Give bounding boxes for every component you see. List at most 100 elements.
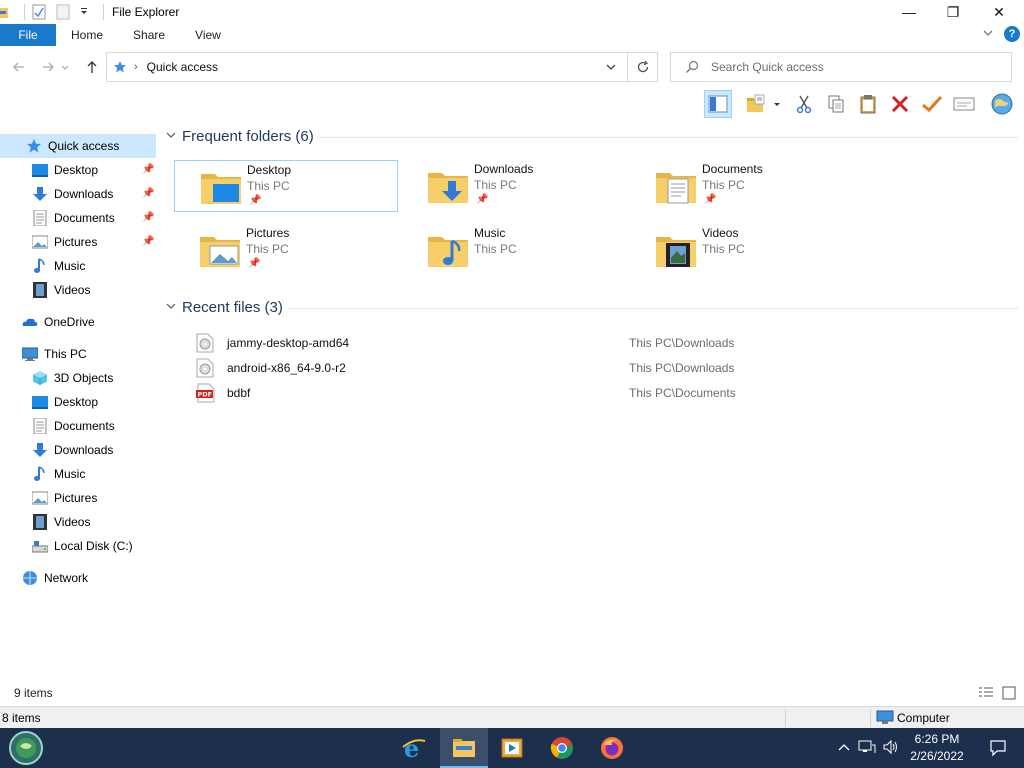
properties-button[interactable] xyxy=(950,90,978,118)
up-button[interactable] xyxy=(80,55,104,79)
tab-home[interactable]: Home xyxy=(56,24,118,46)
pin-icon: 📌 xyxy=(249,195,262,206)
close-button[interactable]: ✕ xyxy=(976,0,1022,24)
recent-file-row[interactable]: jammy-desktop-amd64 This PC\Downloads xyxy=(196,331,1016,355)
paste-button[interactable] xyxy=(854,90,882,118)
large-icons-view-icon[interactable] xyxy=(1002,686,1016,703)
cut-button[interactable] xyxy=(790,90,818,118)
nav-pc-music[interactable]: Music xyxy=(32,462,156,486)
taskbar-media-player[interactable] xyxy=(488,728,536,768)
new-item-dropdown[interactable] xyxy=(770,90,784,118)
tab-share[interactable]: Share xyxy=(118,24,180,46)
refresh-button[interactable] xyxy=(627,53,657,81)
show-hidden-icons-chevron-icon[interactable] xyxy=(838,741,850,755)
globe-button[interactable] xyxy=(988,90,1016,118)
breadcrumb-separator-icon[interactable]: › xyxy=(134,61,138,73)
nav-this-pc[interactable]: This PC xyxy=(21,342,156,366)
nav-qa-downloads[interactable]: Downloads xyxy=(32,182,156,206)
computer-icon xyxy=(21,346,39,362)
file-path: This PC\Downloads xyxy=(629,336,735,350)
file-name: bdbf xyxy=(227,386,251,400)
properties-icon[interactable] xyxy=(31,4,47,20)
nav-network[interactable]: Network xyxy=(22,566,156,590)
nav-pc-downloads[interactable]: Downloads xyxy=(32,438,156,462)
nav-pc-desktop[interactable]: Desktop xyxy=(32,390,156,414)
nav-pc-3d-objects[interactable]: 3D Objects xyxy=(32,366,156,390)
pin-icon: 📌 xyxy=(142,188,155,199)
folder-tile-videos[interactable]: Videos This PC xyxy=(630,224,854,276)
nav-qa-pictures[interactable]: Pictures xyxy=(31,230,156,254)
search-box[interactable]: Search Quick access xyxy=(670,52,1012,82)
taskbar-clock[interactable]: 6:26 PM 2/26/2022 xyxy=(902,731,972,765)
taskbar-file-explorer[interactable] xyxy=(440,728,488,768)
file-name: jammy-desktop-amd64 xyxy=(227,336,350,350)
folder-tile-pictures[interactable]: Pictures This PC 📌 xyxy=(174,224,398,276)
documents-folder-icon xyxy=(656,173,696,204)
file-name: android-x86_64-9.0-r2 xyxy=(227,361,346,375)
internet-explorer-icon: e xyxy=(402,735,426,761)
recent-file-row[interactable]: android-x86_64-9.0-r2 This PC\Downloads xyxy=(196,356,1016,380)
onedrive-cloud-icon xyxy=(22,314,38,330)
file-explorer-icon[interactable] xyxy=(0,4,10,20)
start-button[interactable] xyxy=(2,728,50,768)
recent-files-header[interactable]: Recent files (3) xyxy=(166,299,283,316)
back-button[interactable] xyxy=(7,55,31,79)
nav-onedrive[interactable]: OneDrive xyxy=(22,310,156,334)
firefox-icon xyxy=(601,737,623,759)
new-folder-icon[interactable] xyxy=(55,4,71,20)
details-view-icon[interactable] xyxy=(978,686,994,703)
tab-view[interactable]: View xyxy=(180,24,236,46)
nav-pc-videos[interactable]: Videos xyxy=(32,510,156,534)
taskbar-firefox[interactable] xyxy=(588,728,636,768)
bottom-item-count: 8 items xyxy=(2,710,41,725)
rename-button[interactable] xyxy=(918,90,946,118)
address-row: › Quick access Search Quick access xyxy=(0,50,1024,84)
nav-qa-desktop[interactable]: Desktop xyxy=(32,158,156,182)
nav-qa-videos[interactable]: Videos xyxy=(32,278,156,302)
folder-tile-documents[interactable]: Documents This PC 📌 xyxy=(630,160,854,212)
navigation-pane-button[interactable] xyxy=(704,90,732,118)
taskbar-chrome[interactable] xyxy=(538,728,586,768)
frequent-folders-header[interactable]: Frequent folders (6) xyxy=(166,128,314,145)
nav-label: Quick access xyxy=(48,139,120,153)
nav-qa-music[interactable]: Music xyxy=(32,254,156,278)
nav-qa-documents[interactable]: Documents xyxy=(32,206,156,230)
pdf-icon: PDF xyxy=(196,383,215,403)
folder-tile-music[interactable]: Music This PC xyxy=(402,224,626,276)
new-folder-button[interactable] xyxy=(742,90,770,118)
chevron-down-icon[interactable] xyxy=(79,4,89,20)
delete-button[interactable] xyxy=(886,90,914,118)
recent-file-row[interactable]: PDF bdbf This PC\Documents xyxy=(196,381,1016,405)
expand-ribbon-chevron-icon[interactable] xyxy=(982,27,994,42)
folder-tile-desktop[interactable]: Desktop This PC 📌 xyxy=(174,160,398,212)
network-tray-icon[interactable] xyxy=(858,739,876,758)
paste-icon xyxy=(860,95,876,114)
downloads-arrow-icon xyxy=(32,186,48,202)
quick-access-toolbar xyxy=(0,0,110,24)
tile-name: Music xyxy=(474,226,506,240)
copy-button[interactable] xyxy=(822,90,850,118)
nav-pc-pictures[interactable]: Pictures xyxy=(31,486,156,510)
3d-objects-cube-icon xyxy=(32,370,48,386)
help-button[interactable]: ? xyxy=(1004,26,1020,42)
nav-pc-local-disk[interactable]: Local Disk (C:) xyxy=(31,534,156,558)
tile-name: Downloads xyxy=(474,162,534,176)
group-divider xyxy=(318,137,1018,138)
nav-quick-access[interactable]: Quick access xyxy=(0,134,156,158)
copy-icon xyxy=(828,95,844,113)
folder-tile-downloads[interactable]: Downloads This PC 📌 xyxy=(402,160,626,212)
breadcrumb-quick-access[interactable]: Quick access xyxy=(147,60,218,74)
address-dropdown-icon[interactable] xyxy=(605,61,617,76)
taskbar-internet-explorer[interactable]: e xyxy=(390,728,438,768)
tab-file[interactable]: File xyxy=(0,24,56,46)
maximize-button[interactable]: ❐ xyxy=(930,0,976,24)
back-arrow-icon xyxy=(13,62,24,72)
minimize-button[interactable]: — xyxy=(886,0,932,24)
nav-pc-documents[interactable]: Documents xyxy=(32,414,156,438)
nav-label: OneDrive xyxy=(44,315,95,329)
volume-icon[interactable] xyxy=(882,739,900,758)
forward-button[interactable] xyxy=(36,55,60,79)
recent-locations-button[interactable] xyxy=(58,55,72,79)
action-center-button[interactable] xyxy=(976,728,1020,768)
address-bar[interactable]: › Quick access xyxy=(106,52,658,82)
